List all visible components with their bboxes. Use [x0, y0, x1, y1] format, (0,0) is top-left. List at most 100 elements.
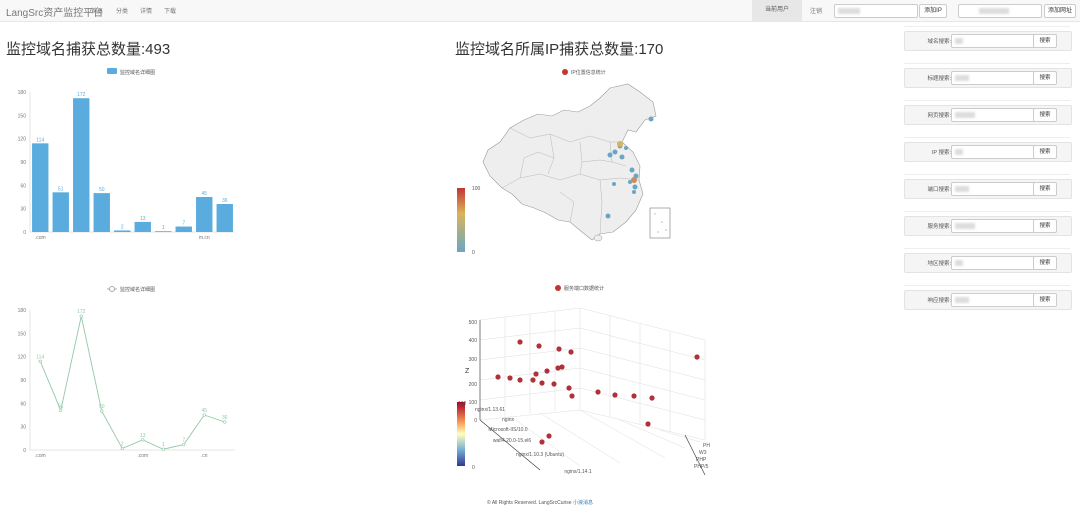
map-visual-map[interactable]: [457, 188, 465, 252]
line-point[interactable]: [141, 438, 145, 442]
sidebar-search-button[interactable]: 搜索: [1033, 145, 1057, 159]
line-value-label: 114: [36, 354, 44, 360]
bar-value-label: 7: [182, 221, 185, 227]
line-y-axis: 0306090120150180: [18, 308, 235, 454]
line-point[interactable]: [100, 409, 104, 413]
scatter-axes: [479, 320, 706, 475]
bar[interactable]: [114, 230, 131, 232]
scatter-visual-map[interactable]: [457, 402, 465, 466]
sidebar-search-label: 标题搜索:: [927, 76, 951, 82]
scatter-point: [559, 364, 565, 370]
svg-text:500: 500: [469, 320, 478, 326]
y-tick-label: 120: [18, 137, 27, 143]
sidebar-search-input[interactable]: [951, 108, 1035, 122]
scatter-point: [569, 393, 575, 399]
x-tick-label: .com: [35, 235, 46, 241]
line-point[interactable]: [223, 420, 227, 424]
sidebar-search-label: IP 搜索:: [931, 150, 951, 156]
add-url-button[interactable]: 添加网址: [1044, 4, 1076, 18]
ip-count-heading: 监控域名所属IP捕获总数量:170: [455, 41, 664, 58]
sidebar-search-button[interactable]: 搜索: [1033, 71, 1057, 85]
bar[interactable]: [32, 143, 49, 232]
scatter-point: [495, 374, 501, 380]
svg-text:300: 300: [469, 357, 478, 363]
scatter-point: [556, 346, 562, 352]
line-point[interactable]: [38, 359, 42, 363]
nav-home[interactable]: 首页: [91, 6, 103, 15]
x-tick-label: .cn: [201, 453, 208, 459]
sidebar-search-input[interactable]: [951, 182, 1035, 196]
bar[interactable]: [216, 204, 233, 232]
bar[interactable]: [134, 221, 151, 232]
ip-point: [629, 167, 635, 173]
scatter-point: [530, 377, 536, 383]
bar[interactable]: [196, 197, 213, 232]
sidebar-search-button[interactable]: 搜索: [1033, 219, 1057, 233]
hainan-island: [593, 234, 603, 242]
line-value-label: 1: [162, 442, 165, 448]
bar-series: 114 51 172 50 2 13 1 7 45 36: [32, 92, 233, 232]
line-point[interactable]: [161, 447, 165, 451]
sidebar-search-input[interactable]: [951, 293, 1035, 307]
bar[interactable]: [73, 98, 90, 232]
x-tick-label: .com: [137, 453, 148, 459]
sidebar-search-button[interactable]: 搜索: [1033, 108, 1057, 122]
line-value-label: 45: [201, 408, 207, 414]
y-tick-label: 90: [20, 160, 26, 166]
scatter-point: [539, 439, 545, 445]
scatter-point: [551, 381, 557, 387]
ip-point: [612, 149, 618, 155]
bar[interactable]: [155, 231, 172, 232]
line-x-axis: .com .com .cn: [35, 453, 208, 459]
line-point[interactable]: [182, 442, 186, 447]
sidebar-search-button[interactable]: 搜索: [1033, 34, 1057, 48]
line-value-label: 50: [99, 404, 105, 410]
line-point[interactable]: [79, 314, 83, 318]
sidebar-search-input[interactable]: [951, 145, 1035, 159]
sidebar-search-button[interactable]: 搜索: [1033, 256, 1057, 270]
scatter-point: [539, 380, 545, 386]
footer: © All Rights Reserved. LangSrcCurise 小浪消…: [0, 499, 1080, 506]
line-point[interactable]: [120, 446, 124, 451]
nav-detail[interactable]: 详情: [140, 6, 152, 15]
sidebar-search-input[interactable]: [951, 71, 1035, 85]
scatter-scale-max: 100: [458, 401, 467, 407]
sidebar-search-row: IP 搜索: 搜索: [904, 142, 1072, 162]
scatter-point: [536, 343, 542, 349]
sidebar-search-input[interactable]: [951, 256, 1035, 270]
bar-legend-swatch: [107, 68, 117, 74]
scatter-point: [568, 349, 574, 355]
y-tick-label: 0: [23, 230, 26, 236]
scatter-point: [533, 371, 539, 377]
line-value-label: 36: [222, 415, 228, 421]
svg-text:400: 400: [469, 338, 478, 344]
nav-logout[interactable]: 注销: [810, 6, 822, 15]
sidebar-search-input[interactable]: [951, 219, 1035, 233]
nav-download[interactable]: 下载: [164, 6, 176, 15]
domain-line-chart: 监控域名详细图 0 30 60 90 120 150 180 114 51 172 50 2 13 1 7…: [18, 286, 235, 459]
ip-point: [648, 116, 654, 122]
ip-point: [632, 184, 638, 190]
add-ip-input[interactable]: [834, 4, 918, 18]
sidebar-search-input[interactable]: [951, 34, 1035, 48]
line-value-label: 51: [58, 403, 64, 409]
bar[interactable]: [175, 226, 192, 232]
nav-current-user[interactable]: 当前用户: [752, 0, 802, 21]
sidebar-search-label: 地区搜索:: [927, 261, 951, 267]
brand-title[interactable]: LangSrc资产监控平台: [6, 4, 103, 19]
sidebar-search-label: 域名搜索:: [927, 39, 951, 45]
ip-location-map: IP位置信息统计 100 0: [457, 69, 671, 256]
line-point[interactable]: [202, 413, 206, 417]
add-ip-button[interactable]: 添加IP: [919, 4, 947, 18]
svg-text:PHP/5: PHP/5: [694, 464, 709, 470]
sidebar-search-button[interactable]: 搜索: [1033, 293, 1057, 307]
sidebar-search-button[interactable]: 搜索: [1033, 182, 1057, 196]
nav-category[interactable]: 分类: [116, 6, 128, 15]
line-point[interactable]: [59, 408, 63, 412]
add-url-input[interactable]: [958, 4, 1042, 18]
sidebar-search-label: 网页搜索:: [927, 113, 951, 119]
line-series: 114 51 172 50 2 13 1 7 45 36: [36, 309, 228, 451]
bar[interactable]: [52, 192, 69, 232]
footer-link[interactable]: 小浪消息: [573, 500, 593, 506]
bar[interactable]: [93, 193, 110, 232]
